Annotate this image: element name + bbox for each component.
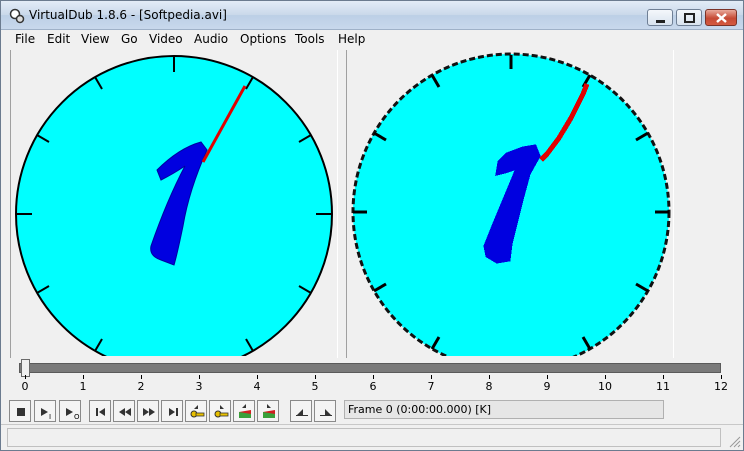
go-start-icon xyxy=(96,408,105,416)
scene-next-icon xyxy=(263,404,275,418)
step-back-button[interactable] xyxy=(113,400,135,422)
go-end-button[interactable] xyxy=(161,400,183,422)
timeline-tick-label: 9 xyxy=(543,380,551,393)
timeline-tick xyxy=(431,375,432,379)
minimize-icon xyxy=(656,20,665,23)
menu-options[interactable]: Options xyxy=(240,32,286,46)
key-prev-icon xyxy=(190,405,205,418)
timeline-track[interactable] xyxy=(19,363,721,373)
menu-help[interactable]: Help xyxy=(338,32,365,46)
stop-icon xyxy=(17,408,25,416)
play-input-button[interactable]: I xyxy=(34,400,56,422)
timeline-tick-label: 2 xyxy=(137,380,145,393)
timeline-tick xyxy=(489,375,490,379)
maximize-button[interactable] xyxy=(676,9,702,26)
timeline-tick-label: 8 xyxy=(485,380,493,393)
timeline-tick xyxy=(141,375,142,379)
key-next-button[interactable] xyxy=(209,400,231,422)
key-prev-button[interactable] xyxy=(185,400,207,422)
title-bar: VirtualDub 1.8.6 - [Softpedia.avi] xyxy=(1,1,743,30)
scene-prev-icon xyxy=(239,404,251,418)
timeline-tick-label: 11 xyxy=(656,380,670,393)
scene-prev-button[interactable] xyxy=(233,400,255,422)
menu-video[interactable]: Video xyxy=(149,32,183,46)
timeline-tick-label: 3 xyxy=(195,380,203,393)
timeline-tick xyxy=(605,375,606,379)
output-video-pane[interactable] xyxy=(346,50,674,358)
menu-go[interactable]: Go xyxy=(121,32,138,46)
timeline-tick xyxy=(25,375,26,379)
timeline[interactable]: 0 1 2 3 4 5 6 7 8 9 10 11 12 xyxy=(1,358,743,398)
virtualdub-window: VirtualDub 1.8.6 - [Softpedia.avi] File … xyxy=(0,0,744,451)
timeline-tick xyxy=(373,375,374,379)
timeline-tick-label: 1 xyxy=(79,380,87,393)
timeline-tick-label: 5 xyxy=(311,380,319,393)
menu-file[interactable]: File xyxy=(15,32,35,46)
play-input-icon: I xyxy=(41,408,51,421)
go-start-button[interactable] xyxy=(89,400,111,422)
timeline-tick-label: 10 xyxy=(598,380,612,393)
timeline-tick-label: 0 xyxy=(21,380,29,393)
timeline-tick-label: 12 xyxy=(714,380,728,393)
mark-in-button[interactable] xyxy=(290,400,312,422)
step-forward-icon xyxy=(143,408,155,416)
svg-text:I: I xyxy=(49,413,51,421)
mark-out-icon xyxy=(320,409,332,416)
mark-in-icon xyxy=(296,409,308,416)
timeline-tick xyxy=(83,375,84,379)
timeline-tick-label: 6 xyxy=(369,380,377,393)
timeline-tick-label: 7 xyxy=(427,380,435,393)
step-back-icon xyxy=(119,408,131,416)
menu-edit[interactable]: Edit xyxy=(47,32,70,46)
scene-next-button[interactable] xyxy=(257,400,279,422)
close-button[interactable] xyxy=(705,9,737,26)
menu-tools[interactable]: Tools xyxy=(295,32,325,46)
timeline-tick xyxy=(257,375,258,379)
stop-button[interactable] xyxy=(9,400,31,422)
app-icon xyxy=(9,8,25,24)
timeline-tick xyxy=(721,375,722,379)
playback-toolbar: I O Frame 0 (0:00:00.000) [K] xyxy=(1,398,743,424)
timeline-tick xyxy=(199,375,200,379)
menu-bar: File Edit View Go Video Audio Options To… xyxy=(1,30,743,50)
frame-status: Frame 0 (0:00:00.000) [K] xyxy=(344,400,664,419)
timeline-tick xyxy=(315,375,316,379)
timeline-tick xyxy=(663,375,664,379)
key-next-icon xyxy=(214,405,229,418)
step-forward-button[interactable] xyxy=(137,400,159,422)
timeline-tick xyxy=(547,375,548,379)
menu-audio[interactable]: Audio xyxy=(194,32,228,46)
status-panel xyxy=(7,428,721,447)
maximize-icon xyxy=(684,13,695,23)
minimize-button[interactable] xyxy=(647,9,673,26)
play-output-button[interactable]: O xyxy=(59,400,81,422)
close-icon xyxy=(716,13,727,23)
input-frame xyxy=(15,55,333,356)
svg-text:O: O xyxy=(74,413,80,421)
go-end-icon xyxy=(169,408,178,416)
menu-view[interactable]: View xyxy=(81,32,109,46)
mark-out-button[interactable] xyxy=(314,400,336,422)
timeline-tick-label: 4 xyxy=(253,380,261,393)
input-video-pane[interactable] xyxy=(10,50,338,358)
play-output-icon: O xyxy=(66,408,80,421)
output-frame xyxy=(351,52,671,356)
status-bar xyxy=(1,424,743,450)
resize-grip-icon[interactable] xyxy=(729,436,741,448)
window-title: VirtualDub 1.8.6 - [Softpedia.avi] xyxy=(29,8,227,22)
